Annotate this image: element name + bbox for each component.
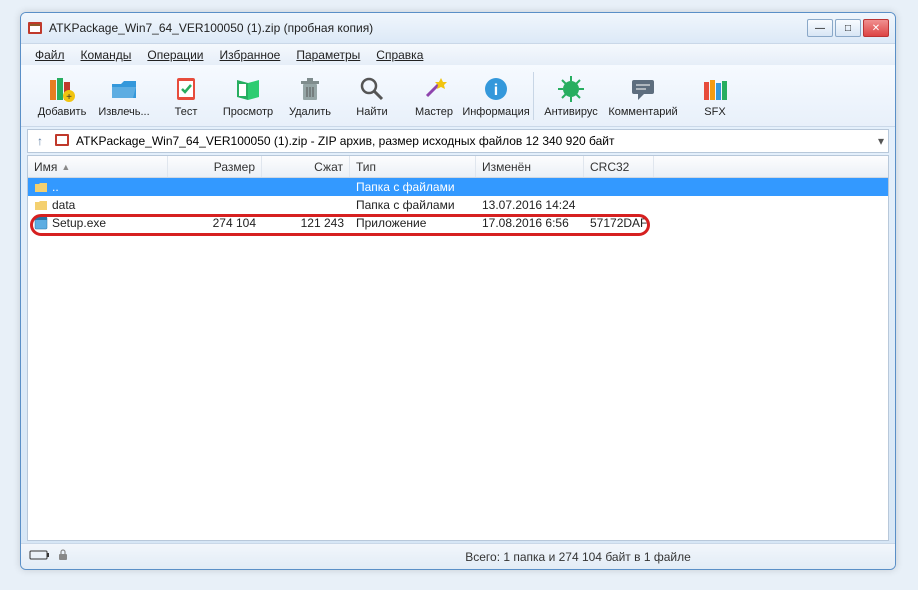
menubar: Файл Команды Операции Избранное Параметр… — [21, 43, 895, 65]
column-headers: Имя▲ Размер Сжат Тип Изменён CRC32 — [28, 156, 888, 178]
maximize-button[interactable]: □ — [835, 19, 861, 37]
col-size[interactable]: Размер — [168, 156, 262, 177]
archive-icon — [54, 132, 70, 151]
menu-operations[interactable]: Операции — [139, 46, 211, 64]
sort-asc-icon: ▲ — [61, 162, 70, 172]
svg-text:+: + — [66, 92, 72, 103]
folder-icon — [34, 198, 48, 212]
tool-sfx[interactable]: SFX — [684, 69, 746, 123]
tool-find[interactable]: Найти — [341, 69, 403, 123]
menu-file[interactable]: Файл — [27, 46, 73, 64]
address-bar[interactable]: ↑ ATKPackage_Win7_64_VER100050 (1).zip -… — [27, 129, 889, 153]
folder-up-icon — [34, 180, 48, 194]
menu-favorites[interactable]: Избранное — [212, 46, 289, 64]
close-button[interactable]: ✕ — [863, 19, 889, 37]
tool-info[interactable]: i Информация — [465, 69, 527, 123]
tool-add[interactable]: + Добавить — [31, 69, 93, 123]
tool-delete[interactable]: Удалить — [279, 69, 341, 123]
window-controls: — □ ✕ — [807, 19, 889, 37]
book-open-icon — [233, 74, 263, 104]
wand-icon — [419, 74, 449, 104]
address-text: ATKPackage_Win7_64_VER100050 (1).zip - Z… — [76, 134, 615, 148]
row-parent[interactable]: .. Папка с файлами — [28, 178, 888, 196]
tool-test[interactable]: Тест — [155, 69, 217, 123]
tool-wizard[interactable]: Мастер — [403, 69, 465, 123]
info-icon: i — [481, 74, 511, 104]
col-packed[interactable]: Сжат — [262, 156, 350, 177]
main-window: ATKPackage_Win7_64_VER100050 (1).zip (пр… — [20, 12, 896, 570]
svg-text:i: i — [494, 82, 498, 99]
titlebar[interactable]: ATKPackage_Win7_64_VER100050 (1).zip (пр… — [21, 13, 895, 43]
battery-icon — [29, 549, 51, 564]
col-type[interactable]: Тип — [350, 156, 476, 177]
tool-comment[interactable]: Комментарий — [602, 69, 684, 123]
comment-icon — [628, 74, 658, 104]
books-add-icon: + — [47, 74, 77, 104]
trash-icon — [295, 74, 325, 104]
search-icon — [357, 74, 387, 104]
clipboard-check-icon — [171, 74, 201, 104]
window-title: ATKPackage_Win7_64_VER100050 (1).zip (пр… — [49, 21, 807, 35]
tool-antivirus[interactable]: Антивирус — [540, 69, 602, 123]
tool-extract[interactable]: Извлечь... — [93, 69, 155, 123]
col-crc[interactable]: CRC32 — [584, 156, 654, 177]
row-file[interactable]: Setup.exe 274 104 121 243 Приложение 17.… — [28, 214, 888, 232]
virus-icon — [556, 74, 586, 104]
statusbar: Всего: 1 папка и 274 104 байт в 1 файле — [21, 543, 895, 569]
folder-open-icon — [109, 74, 139, 104]
col-name[interactable]: Имя▲ — [28, 156, 168, 177]
toolbar: + Добавить Извлечь... Тест Просмотр Удал… — [21, 65, 895, 127]
exe-icon — [34, 216, 48, 230]
file-list: Имя▲ Размер Сжат Тип Изменён CRC32 .. Па… — [27, 155, 889, 541]
address-dropdown[interactable]: ▾ — [878, 134, 884, 148]
toolbar-separator — [533, 72, 534, 120]
status-summary: Всего: 1 папка и 274 104 байт в 1 файле — [69, 550, 887, 564]
menu-help[interactable]: Справка — [368, 46, 431, 64]
rows-container: .. Папка с файлами data Папка с файлами … — [28, 178, 888, 540]
col-modified[interactable]: Изменён — [476, 156, 584, 177]
lock-icon — [57, 549, 69, 564]
tool-view[interactable]: Просмотр — [217, 69, 279, 123]
menu-commands[interactable]: Команды — [73, 46, 140, 64]
row-folder[interactable]: data Папка с файлами 13.07.2016 14:24 — [28, 196, 888, 214]
minimize-button[interactable]: — — [807, 19, 833, 37]
app-icon — [27, 20, 43, 36]
menu-options[interactable]: Параметры — [288, 46, 368, 64]
books-icon — [700, 74, 730, 104]
nav-up-button[interactable]: ↑ — [32, 134, 48, 148]
